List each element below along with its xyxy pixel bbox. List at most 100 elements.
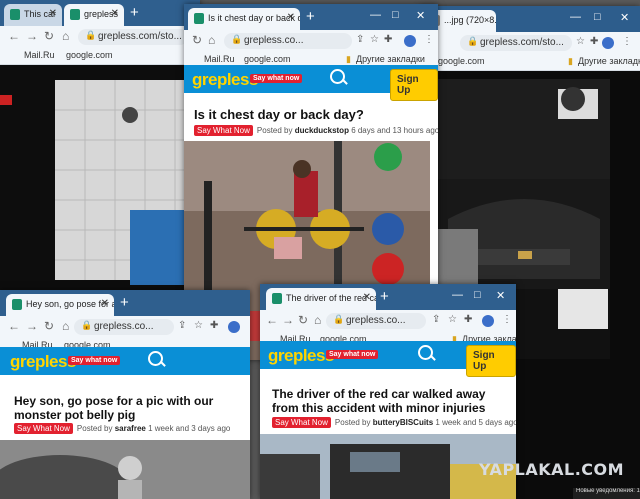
- bookmarks-bar: google.com ▮ Другие закладки: [420, 54, 640, 71]
- tagline-badge: Say what now: [326, 350, 379, 359]
- tab-pig[interactable]: Hey son, go pose for a pic wi ✕: [6, 294, 114, 316]
- extension-icon[interactable]: ✚: [384, 34, 392, 45]
- maximize-icon[interactable]: □: [474, 289, 481, 301]
- address-bar[interactable]: 🔒 grepless.co...: [224, 33, 352, 49]
- bookmark-other[interactable]: Другие закладки: [578, 56, 640, 66]
- site-logo[interactable]: grepless: [192, 70, 258, 90]
- address-bar[interactable]: 🔒 grepless.com/sto...: [78, 29, 188, 45]
- close-icon[interactable]: ✕: [49, 8, 57, 19]
- avatar[interactable]: [404, 35, 416, 47]
- category-tag[interactable]: Say What Now: [14, 423, 73, 434]
- author-link[interactable]: butteryBISCuits: [373, 418, 433, 427]
- forward-icon[interactable]: →: [26, 319, 38, 333]
- minimize-icon[interactable]: —: [570, 11, 581, 23]
- close-icon[interactable]: ✕: [111, 8, 119, 19]
- browser-window-pig: Hey son, go pose for a pic wi ✕ + ← → ↻ …: [0, 290, 250, 499]
- bookmark-google[interactable]: google.com: [66, 50, 113, 60]
- favicon-icon: [12, 299, 22, 310]
- category-tag[interactable]: Say What Now: [272, 417, 331, 428]
- address-bar[interactable]: 🔒 grepless.co...: [326, 313, 426, 329]
- avatar[interactable]: [482, 315, 494, 327]
- post-photo-cctv: [0, 65, 200, 295]
- close-icon[interactable]: ✕: [363, 292, 371, 303]
- back-icon[interactable]: ←: [266, 313, 278, 327]
- photo-graphic: [0, 440, 250, 499]
- signup-button[interactable]: Sign Up: [466, 345, 516, 377]
- new-tab-icon[interactable]: +: [120, 294, 129, 311]
- reload-icon[interactable]: ↻: [44, 29, 54, 43]
- bookmark-google[interactable]: google.com: [438, 56, 485, 66]
- tab-chest-day[interactable]: Is it chest day or back day? / ✕: [188, 8, 300, 30]
- star-icon[interactable]: ☆: [448, 314, 457, 325]
- notification-bar[interactable]: Новые уведомления: 1: [573, 488, 640, 499]
- menu-icon[interactable]: ⋮: [424, 34, 434, 45]
- tab-this-car[interactable]: This car ✕: [4, 4, 62, 26]
- extension-icon[interactable]: ✚: [464, 314, 472, 325]
- tab-grepless[interactable]: grepless ✕: [64, 4, 124, 26]
- back-icon[interactable]: ←: [8, 29, 20, 43]
- home-icon[interactable]: ⌂: [314, 313, 321, 327]
- menu-icon[interactable]: ⋮: [622, 36, 632, 47]
- bookmarks-bar: Mail.Ru google.com: [0, 48, 200, 65]
- close-icon[interactable]: ✕: [287, 12, 295, 23]
- search-icon[interactable]: [330, 69, 345, 84]
- address-bar[interactable]: 🔒 grepless.com/sto...: [460, 35, 572, 51]
- reload-icon[interactable]: ↻: [44, 319, 54, 333]
- home-icon[interactable]: ⌂: [208, 33, 215, 47]
- site-logo[interactable]: grepless: [268, 346, 334, 366]
- extension-icon[interactable]: ✚: [590, 36, 598, 47]
- search-icon[interactable]: [418, 345, 433, 360]
- reload-icon[interactable]: ↻: [298, 313, 308, 327]
- bookmark-other[interactable]: Другие закладки: [356, 54, 425, 64]
- tagline-badge: Say what now: [250, 74, 303, 83]
- post-title[interactable]: The driver of the red car walked away fr…: [272, 387, 502, 416]
- new-tab-icon[interactable]: +: [130, 4, 139, 21]
- new-tab-icon[interactable]: +: [306, 8, 315, 25]
- forward-icon[interactable]: →: [26, 29, 38, 43]
- favicon-icon: [70, 9, 80, 20]
- search-icon[interactable]: [148, 351, 163, 366]
- close-window-icon[interactable]: ✕: [416, 9, 425, 22]
- avatar[interactable]: [228, 321, 240, 333]
- minimize-icon[interactable]: —: [452, 289, 463, 301]
- star-icon[interactable]: ☆: [194, 320, 203, 331]
- post-meta: Say What Now Posted by duckduckstop 6 day…: [194, 125, 438, 136]
- post-photo-pig: [0, 440, 250, 499]
- share-icon[interactable]: ⇪: [178, 320, 186, 331]
- close-window-icon[interactable]: ✕: [620, 11, 629, 24]
- maximize-icon[interactable]: □: [594, 11, 601, 23]
- folder-icon: ▮: [346, 54, 351, 64]
- star-icon[interactable]: ☆: [370, 34, 379, 45]
- bookmark-mailru[interactable]: Mail.Ru: [204, 54, 235, 64]
- maximize-icon[interactable]: □: [392, 9, 399, 21]
- author-link[interactable]: sarafree: [115, 424, 146, 433]
- reload-icon[interactable]: ↻: [192, 33, 202, 47]
- share-icon[interactable]: ⇪: [356, 34, 364, 45]
- site-logo[interactable]: grepless: [10, 352, 76, 372]
- post-title[interactable]: Is it chest day or back day?: [194, 107, 430, 123]
- star-icon[interactable]: ☆: [576, 36, 585, 47]
- menu-icon[interactable]: ⋮: [502, 314, 512, 325]
- bookmark-mailru[interactable]: Mail.Ru: [24, 50, 55, 60]
- author-link[interactable]: duckduckstop: [295, 126, 349, 135]
- extension-icon[interactable]: ✚: [210, 320, 218, 331]
- category-tag[interactable]: Say What Now: [194, 125, 253, 136]
- lock-icon: 🔒: [231, 34, 243, 44]
- signup-button[interactable]: Sign Up: [390, 69, 438, 101]
- avatar[interactable]: [602, 37, 614, 49]
- post-title[interactable]: Hey son, go pose for a pic with our mons…: [14, 394, 214, 423]
- tab-red-car[interactable]: The driver of the red car walk ✕: [266, 288, 376, 310]
- close-icon[interactable]: ✕: [101, 298, 109, 309]
- favicon-icon: [272, 293, 282, 304]
- address-bar[interactable]: 🔒 grepless.co...: [74, 319, 174, 335]
- back-icon[interactable]: ←: [8, 319, 20, 333]
- close-window-icon[interactable]: ✕: [496, 289, 505, 302]
- bookmark-google[interactable]: google.com: [244, 54, 291, 64]
- new-tab-icon[interactable]: +: [380, 288, 389, 305]
- home-icon[interactable]: ⌂: [62, 29, 69, 43]
- home-icon[interactable]: ⌂: [62, 319, 69, 333]
- forward-icon[interactable]: →: [282, 313, 294, 327]
- post-meta: Say What Now Posted by butteryBISCuits 1 …: [272, 417, 516, 428]
- minimize-icon[interactable]: —: [370, 9, 381, 21]
- share-icon[interactable]: ⇪: [432, 314, 440, 325]
